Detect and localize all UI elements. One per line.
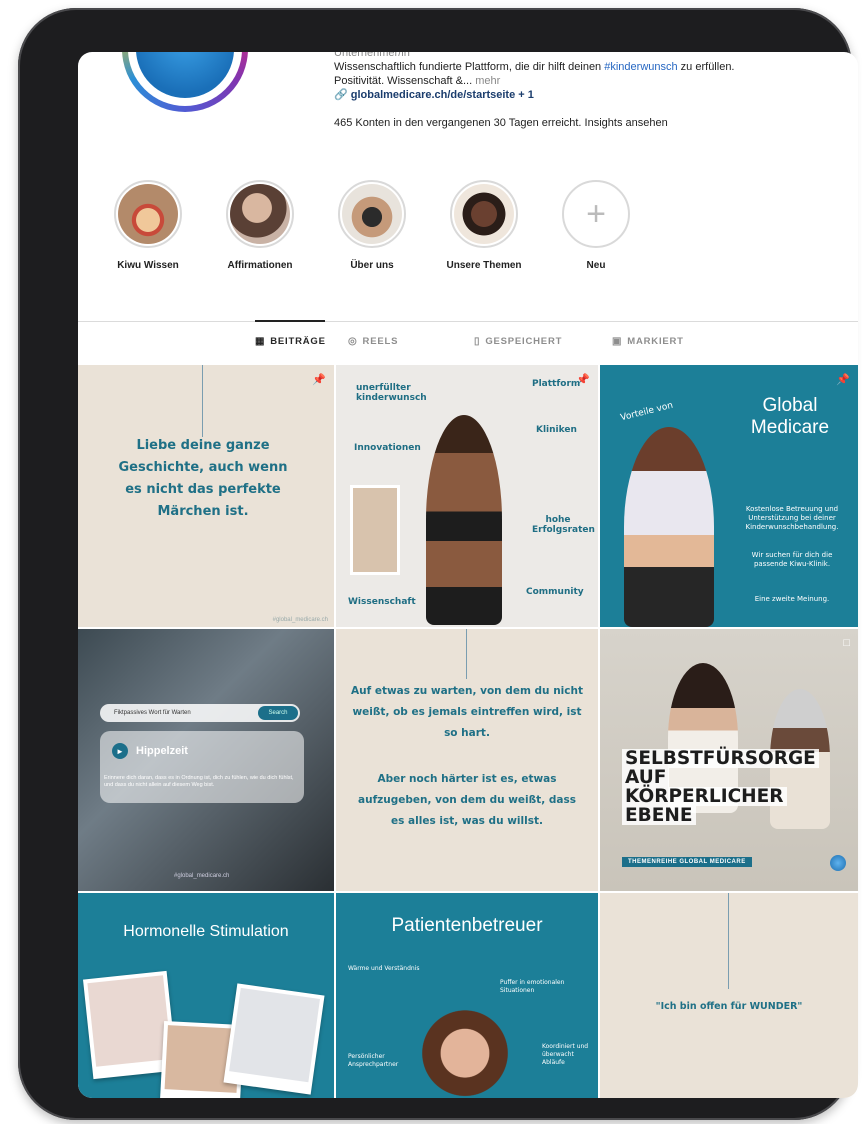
post-8[interactable]: Patientenbetreuer Wärme und Verständnis … [336, 893, 598, 1098]
post-5[interactable]: Auf etwas zu warten, von dem du nicht we… [336, 629, 598, 891]
post-4-handle: #global_medicare.ch [174, 873, 230, 879]
search-placeholder: Fiktpassives Wort für Warten [114, 710, 191, 716]
bio-hashtag-link[interactable]: #kinderwunsch [604, 61, 677, 73]
smiling-woman-headset [422, 997, 508, 1098]
bookmark-icon: ▯ [474, 336, 481, 347]
post-4-body: Erinnere dich daran, dass es in Ordnung … [104, 775, 294, 788]
tab-label: REELS [362, 336, 399, 347]
post-1-quote: Liebe deine ganze Geschichte, auch wenn … [118, 438, 288, 519]
polaroid-photo [223, 983, 325, 1095]
post-6-series-label: THEMENREIHE GLOBAL MEDICARE [622, 857, 752, 867]
post-6-title-line: KÖRPERLICHER [622, 787, 787, 806]
post-6-title-line: EBENE [622, 806, 696, 825]
post-1-handle: #global_medicare.ch [272, 617, 328, 623]
post-3-text-3: Eine zweite Meinung. [754, 595, 830, 603]
post-3[interactable]: 📌 Vorteile von Global Medicare Kostenlos… [600, 365, 858, 627]
globe-logo-icon [830, 855, 846, 871]
tab-gespeichert[interactable]: ▯ GESPEICHERT [474, 336, 562, 347]
bio-text: Wissenschaftlich fundierte Plattform, di… [334, 61, 605, 73]
tab-label: BEITRÄGE [270, 336, 326, 347]
label-hohe-erfolgsraten: hohe Erfolgsraten [532, 515, 595, 535]
label-wissenschaft: Wissenschaft [348, 597, 416, 607]
post-9[interactable]: "Ich bin offen für WUNDER" [600, 893, 858, 1098]
post-3-title: Global Medicare [750, 395, 830, 438]
post-6-title-line: AUF [622, 768, 670, 787]
link-icon: 🔗 [334, 89, 348, 101]
search-button: Search [258, 706, 298, 720]
profile-category: Unternehmer/in [334, 52, 410, 59]
post-3-vorteile: Vorteile von [619, 400, 675, 424]
post-4-search-bar: Fiktpassives Wort für Warten Search [100, 704, 300, 722]
highlight-affirmationen[interactable]: Affirmationen [220, 180, 300, 271]
tab-reels[interactable]: ◎ REELS [348, 336, 398, 347]
label-community: Community [526, 587, 584, 597]
active-tab-indicator [255, 320, 325, 322]
reels-icon: ◎ [348, 336, 358, 347]
pregnant-woman-figure [624, 427, 714, 627]
plus-icon: + [586, 194, 606, 233]
post-4[interactable]: Fiktpassives Wort für Warten Search ► Hi… [78, 629, 334, 891]
post-5-quote-1: Auf etwas zu warten, von dem du nicht we… [351, 685, 583, 739]
post-grid: 📌 Liebe deine ganze Geschichte, auch wen… [78, 365, 858, 1098]
highlight-new[interactable]: + Neu [556, 180, 636, 271]
highlight-kiwu-wissen[interactable]: Kiwu Wissen [108, 180, 188, 271]
post-1[interactable]: 📌 Liebe deine ganze Geschichte, auch wen… [78, 365, 334, 627]
label-innovationen: Innovationen [354, 443, 421, 453]
post-9-quote: "Ich bin offen für WUNDER" [655, 1001, 803, 1012]
post-7-title: Hormonelle Stimulation [123, 923, 289, 940]
highlight-label: Neu [586, 260, 606, 271]
bio-line-2: Positivität. Wissenschaft &... mehr [334, 74, 834, 88]
post-7[interactable]: Hormonelle Stimulation [78, 893, 334, 1098]
website-link-text[interactable]: globalmedicare.ch/de/startseite + 1 [351, 89, 534, 101]
website-link[interactable]: 🔗 globalmedicare.ch/de/startseite + 1 [334, 88, 834, 102]
grid-icon: ▦ [255, 336, 266, 347]
pin-icon: 📌 [312, 374, 326, 386]
label-kliniken: Kliniken [536, 425, 577, 435]
highlight-label: Unsere Themen [446, 260, 522, 271]
tab-markiert[interactable]: ▣ MARKIERT [612, 336, 684, 347]
post-2[interactable]: 📌 unerfüllter kinderwunsch Plattform Kli… [336, 365, 598, 627]
post-8-title: Patientenbetreuer [391, 915, 543, 936]
pin-icon: 📌 [836, 374, 850, 386]
post-5-quote-2: Aber noch härter ist es, etwas aufzugebe… [358, 773, 576, 827]
tab-beitraege[interactable]: ▦ BEITRÄGE [255, 336, 326, 347]
tab-label: MARKIERT [627, 336, 684, 347]
bio-line-1: Wissenschaftlich fundierte Plattform, di… [334, 60, 834, 74]
post-4-card [100, 731, 304, 803]
profile-bio: Unternehmer/in Wissenschaftlich fundiert… [334, 52, 834, 130]
highlight-label: Über uns [350, 260, 394, 271]
instagram-profile-screen: Unternehmer/in Wissenschaftlich fundiert… [78, 52, 858, 1098]
speaker-icon: ► [112, 743, 128, 759]
highlight-unsere-themen[interactable]: Unsere Themen [444, 180, 524, 271]
post-8-label-puffer: Puffer in emotionalen Situationen [500, 979, 565, 994]
woman-figure [426, 415, 502, 625]
carousel-icon: □ [843, 637, 850, 649]
post-8-label-waerme: Wärme und Verständnis [348, 965, 420, 972]
post-4-card-title: Hippelzeit [136, 745, 188, 757]
tagged-icon: ▣ [612, 336, 623, 347]
post-8-label-koordiniert: Koordiniert und überwacht Abläufe [542, 1043, 589, 1066]
tablet-frame: Unternehmer/in Wissenschaftlich fundiert… [18, 8, 858, 1120]
highlight-label: Affirmationen [227, 260, 293, 271]
post-6-title: SELBSTFÜRSORGE AUF KÖRPERLICHER EBENE [622, 749, 819, 825]
post-3-text-2: Wir suchen für dich die passende Kiwu-Kl… [751, 551, 833, 568]
more-link[interactable]: mehr [475, 75, 500, 87]
label-plattform: Plattform [532, 379, 581, 389]
post-8-label-ansprechpartner: Persönlicher Ansprechpartner [348, 1053, 399, 1068]
label-unerfuellter: unerfüllter kinderwunsch [356, 383, 427, 403]
highlight-ueber-uns[interactable]: Über uns [332, 180, 412, 271]
post-6[interactable]: □ SELBSTFÜRSORGE AUF KÖRPERLICHER EBENE … [600, 629, 858, 891]
insights-text[interactable]: 465 Konten in den vergangenen 30 Tagen e… [334, 116, 834, 130]
tab-label: GESPEICHERT [485, 336, 563, 347]
bio-text-2: Positivität. Wissenschaft &... [334, 75, 476, 87]
post-6-title-line: SELBSTFÜRSORGE [622, 749, 819, 768]
profile-avatar[interactable] [122, 52, 248, 112]
post-3-text-1: Kostenlose Betreuung und Unterstützung b… [745, 505, 839, 531]
tabs-divider [78, 321, 858, 322]
bio-text-end: zu erfüllen. [677, 61, 735, 73]
story-highlights: Kiwu Wissen Affirmationen Über uns Unser… [108, 180, 668, 271]
highlight-label: Kiwu Wissen [117, 260, 179, 271]
inset-photo [350, 485, 400, 575]
profile-tabs: ▦ BEITRÄGE ◎ REELS ▯ GESPEICHERT ▣ MARKI… [78, 336, 858, 352]
